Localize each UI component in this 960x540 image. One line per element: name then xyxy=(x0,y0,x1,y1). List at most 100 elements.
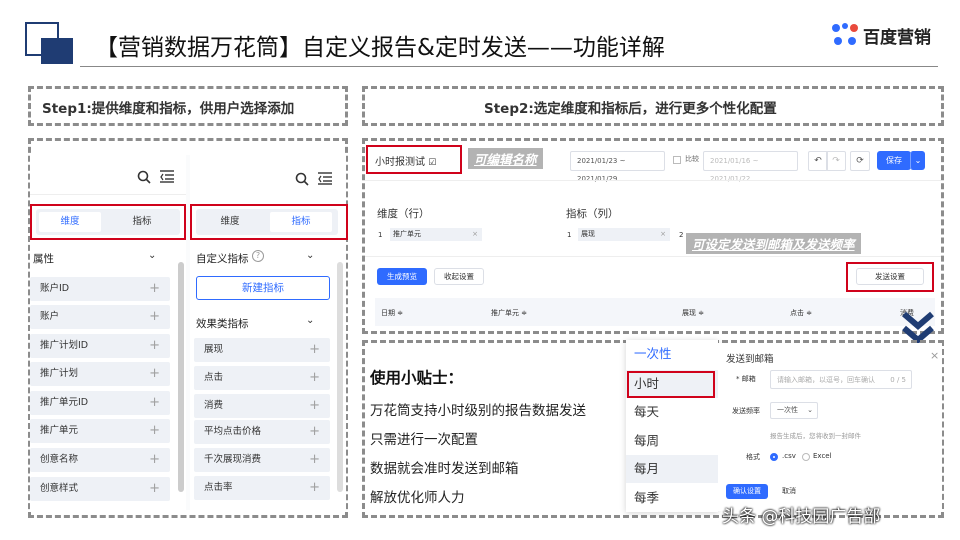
plus-icon[interactable]: + xyxy=(149,477,160,501)
step2-label: Step2:选定维度和指标后，进行更多个性化配置 xyxy=(484,101,777,117)
plus-icon[interactable]: + xyxy=(309,420,320,444)
list-item[interactable]: 创意名称 + xyxy=(30,448,170,472)
frequency-option[interactable]: 一次性 xyxy=(626,340,718,368)
editable-name-note: 可编辑名称 xyxy=(468,148,543,169)
compare-checkbox[interactable] xyxy=(673,156,681,164)
radio-csv-label: .csv xyxy=(782,452,796,460)
chevron-down-icon[interactable]: ⌄ xyxy=(306,250,314,261)
radio-csv[interactable] xyxy=(770,453,778,461)
frequency-select-value: 一次性 xyxy=(777,406,798,414)
frequency-option[interactable]: 每月 xyxy=(626,455,718,483)
list-item[interactable]: 消费 + xyxy=(194,394,330,418)
highlight-send-settings xyxy=(846,262,934,292)
menu-collapse-icon[interactable] xyxy=(160,170,174,183)
logo-text: 百度营销 xyxy=(863,28,931,48)
plus-icon[interactable]: + xyxy=(309,448,320,472)
date-range-picker[interactable]: 2021/01/23 ~ 2021/01/29 xyxy=(570,151,665,183)
list-item[interactable]: 展现 + xyxy=(194,338,330,362)
list-item[interactable]: 千次展现消费 + xyxy=(194,448,330,472)
column-header[interactable]: 推广单元 ≑ xyxy=(491,308,527,318)
plus-icon[interactable]: + xyxy=(149,277,160,301)
email-input[interactable]: 请输入邮箱，以逗号，回车确认 0 / 5 xyxy=(770,370,912,389)
plus-icon[interactable]: + xyxy=(309,366,320,390)
chevron-down-icon xyxy=(902,311,934,344)
plus-icon[interactable]: + xyxy=(309,394,320,418)
frequency-option[interactable]: 每天 xyxy=(626,398,718,426)
plus-icon[interactable]: + xyxy=(149,334,160,358)
compare-range-picker[interactable]: 2021/01/16 ~ 2021/01/22 xyxy=(703,151,798,183)
column-header[interactable]: 点击 ≑ xyxy=(790,308,812,318)
left-divider xyxy=(30,194,186,195)
tip-line: 只需进行一次配置 xyxy=(370,432,478,448)
radio-excel-label: Excel xyxy=(813,452,832,460)
save-dropdown-icon[interactable]: ⌄ xyxy=(910,151,925,170)
refresh-button[interactable]: ⟳ xyxy=(850,151,870,171)
search-icon[interactable] xyxy=(295,172,309,186)
list-item-label: 创意样式 xyxy=(40,483,79,494)
collapse-settings-button[interactable]: 收起设置 xyxy=(434,268,484,285)
list-item-label: 账户ID xyxy=(40,283,70,294)
column-header[interactable]: 展现 ≑ xyxy=(682,308,704,318)
plus-icon[interactable]: + xyxy=(309,476,320,500)
list-item[interactable]: 点击率 + xyxy=(194,476,330,500)
list-item[interactable]: 账户 + xyxy=(30,305,170,329)
close-icon[interactable]: × xyxy=(660,228,666,241)
frequency-label: 发送频率 xyxy=(732,407,760,415)
dimension-row-label: 维度（行） xyxy=(377,208,430,220)
help-icon[interactable]: ? xyxy=(252,250,264,262)
menu-collapse-icon[interactable] xyxy=(318,172,332,185)
redo-button[interactable]: ↷ xyxy=(826,151,846,171)
save-button[interactable]: 保存 xyxy=(877,151,911,170)
chevron-down-icon[interactable]: ⌄ xyxy=(148,250,156,261)
dialog-hint: 报告生成后，您将收到一封邮件 xyxy=(770,432,861,440)
list-item[interactable]: 推广计划ID + xyxy=(30,334,170,358)
plus-icon[interactable]: + xyxy=(149,419,160,443)
generate-preview-button[interactable]: 生成预览 xyxy=(377,268,427,285)
scrollbar-left[interactable] xyxy=(178,262,184,492)
list-item-label: 平均点击价格 xyxy=(204,426,262,437)
frequency-select[interactable]: 一次性 ⌄ xyxy=(770,402,818,419)
column-header[interactable]: 日期 ≑ xyxy=(381,308,403,318)
cancel-button[interactable]: 取消 xyxy=(774,484,804,499)
dim-chip[interactable]: 推广单元 × xyxy=(390,228,482,241)
metric-column-label: 指标（列） xyxy=(566,208,619,220)
table-header xyxy=(375,298,935,326)
radio-excel[interactable] xyxy=(802,453,810,461)
email-placeholder: 请输入邮箱，以逗号，回车确认 xyxy=(777,376,875,384)
plus-icon[interactable]: + xyxy=(149,391,160,415)
list-item[interactable]: 推广计划 + xyxy=(30,362,170,386)
close-icon[interactable]: × xyxy=(472,228,478,241)
plus-icon[interactable]: + xyxy=(149,448,160,472)
highlight-right-tabs xyxy=(190,204,348,240)
list-item[interactable]: 平均点击价格 + xyxy=(194,420,330,444)
new-metric-button[interactable]: 新建指标 xyxy=(196,276,330,300)
list-item[interactable]: 创意样式 + xyxy=(30,477,170,501)
chevron-down-icon[interactable]: ⌄ xyxy=(306,315,314,326)
metric-index-2: 2 xyxy=(679,231,684,239)
list-item-label: 千次展现消费 xyxy=(204,454,262,465)
frequency-option[interactable]: 每周 xyxy=(626,427,718,455)
list-item-label: 点击率 xyxy=(204,482,233,493)
plus-icon[interactable]: + xyxy=(309,338,320,362)
plus-icon[interactable]: + xyxy=(149,362,160,386)
dialog-title: 发送到邮箱 xyxy=(726,354,774,365)
attribute-section-title: 属性 xyxy=(33,253,54,265)
list-item-label: 创意名称 xyxy=(40,454,79,465)
highlight-hourly-option xyxy=(627,371,715,398)
plus-icon[interactable]: + xyxy=(149,305,160,329)
frequency-option[interactable]: 每季 xyxy=(626,484,718,512)
search-icon[interactable] xyxy=(137,170,151,184)
list-item[interactable]: 推广单元ID + xyxy=(30,391,170,415)
logo: 百度营销 xyxy=(830,22,940,48)
list-item[interactable]: 推广单元 + xyxy=(30,419,170,443)
tip-line: 数据就会准时发送到邮箱 xyxy=(370,461,519,477)
report-mid-divider xyxy=(365,256,941,257)
undo-button[interactable]: ↶ xyxy=(808,151,828,171)
confirm-button[interactable]: 确认设置 xyxy=(726,484,768,499)
close-icon[interactable]: × xyxy=(930,349,939,362)
list-item[interactable]: 点击 + xyxy=(194,366,330,390)
scrollbar-right[interactable] xyxy=(337,262,343,492)
metric-chip[interactable]: 展现 × xyxy=(578,228,670,241)
list-item[interactable]: 账户ID + xyxy=(30,277,170,301)
compare-label: 比较 xyxy=(685,155,699,163)
